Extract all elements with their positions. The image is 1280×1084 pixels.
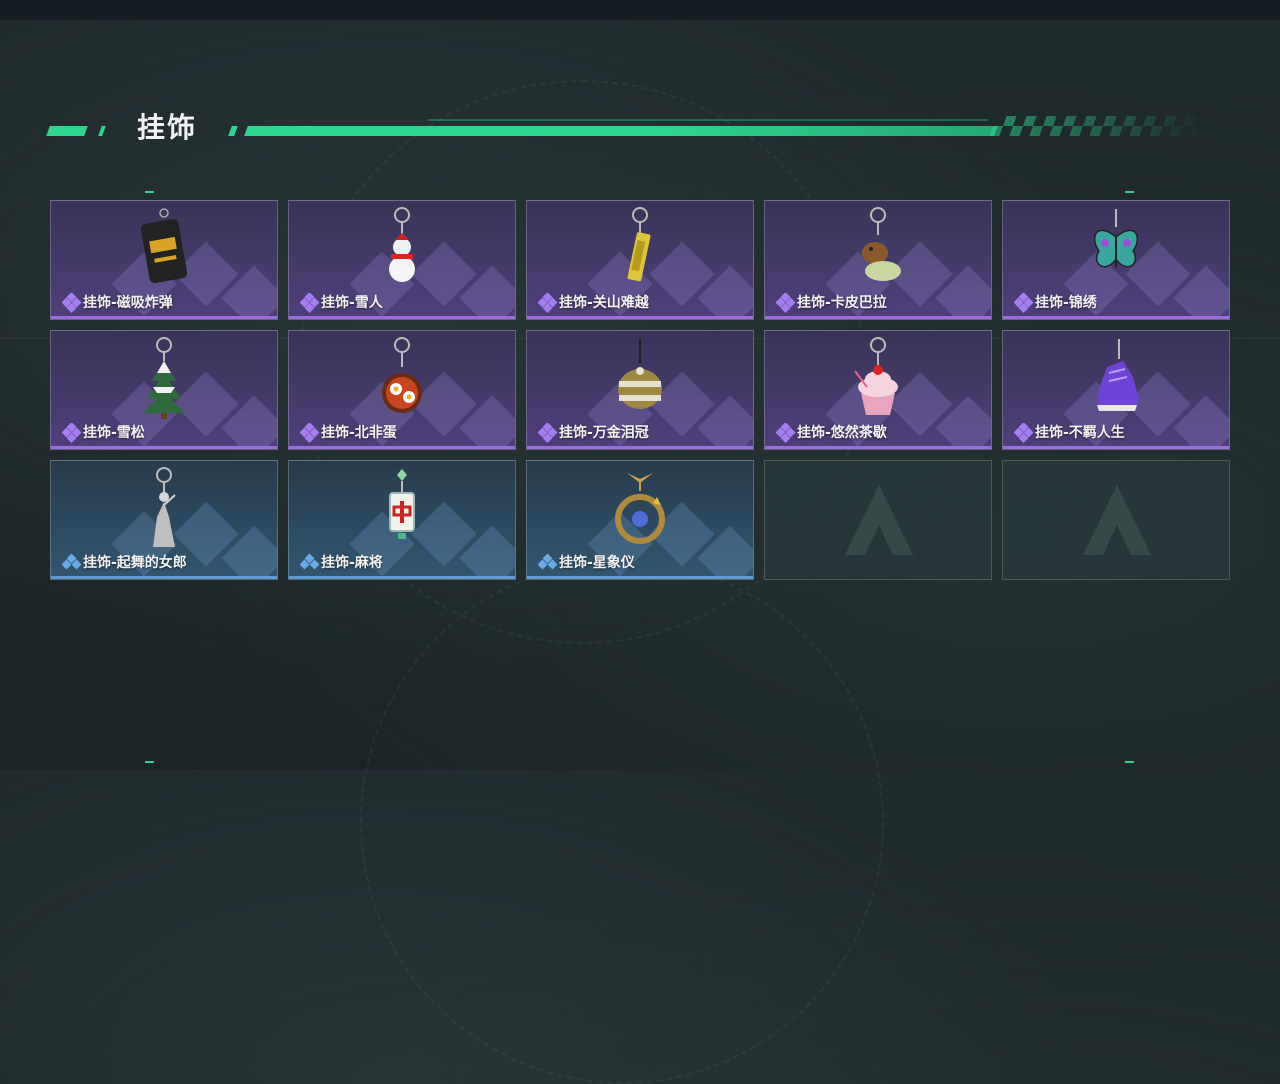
empty-slot <box>764 460 992 580</box>
section-title: 挂饰 <box>137 111 198 144</box>
rarity-epic-icon <box>775 422 796 443</box>
rarity-epic-icon <box>299 292 320 313</box>
rarity-epic-icon <box>775 292 796 313</box>
rarity-epic-icon <box>61 292 82 313</box>
empty-slot-logo-icon <box>1081 483 1153 559</box>
rarity-epic-icon <box>537 422 558 443</box>
dancer-charm-icon <box>131 467 197 549</box>
astrolabe-charm-icon <box>607 467 673 549</box>
rarity-rare-icon <box>61 553 82 573</box>
charm-name: 挂饰-北非蛋 <box>321 425 397 441</box>
charm-name: 挂饰-磁吸炸弹 <box>83 295 173 311</box>
rarity-bar <box>289 446 515 449</box>
rarity-epic-icon <box>537 292 558 313</box>
rarity-bar <box>1003 316 1229 319</box>
charm-name: 挂饰-锦绣 <box>1035 295 1097 311</box>
rarity-bar <box>765 316 991 319</box>
rarity-bar <box>527 316 753 319</box>
mahjong-charm-icon <box>369 467 435 549</box>
crown-charm-icon <box>607 337 673 419</box>
capybara-charm-icon <box>845 207 911 289</box>
rarity-epic-icon <box>1013 422 1034 443</box>
charm-name: 挂饰-万金泪冠 <box>559 425 649 441</box>
charm-card[interactable]: 挂饰-星象仪 <box>526 460 754 580</box>
rarity-epic-icon <box>61 422 82 443</box>
cupcake-charm-icon <box>845 337 911 419</box>
rarity-rare-icon <box>299 553 320 573</box>
rarity-bar <box>1003 446 1229 449</box>
rarity-bar <box>527 576 753 579</box>
top-bar <box>0 0 1280 20</box>
pine-tree-charm-icon <box>131 337 197 419</box>
butterfly-charm-icon <box>1083 207 1149 289</box>
charm-card[interactable]: 挂饰-锦绣 <box>1002 200 1230 320</box>
charm-card[interactable]: 挂饰-麻将 <box>288 460 516 580</box>
header-accent <box>98 126 106 136</box>
header-accent-bar <box>244 126 998 136</box>
charm-name: 挂饰-麻将 <box>321 555 383 571</box>
rarity-bar <box>289 316 515 319</box>
charm-card[interactable]: 挂饰-关山难越 <box>526 200 754 320</box>
charm-name: 挂饰-起舞的女郎 <box>83 555 187 571</box>
corner-tick <box>145 761 154 763</box>
charm-card[interactable]: 挂饰-万金泪冠 <box>526 330 754 450</box>
header-accent-line <box>428 119 988 121</box>
charm-card[interactable]: 挂饰-雪松 <box>50 330 278 450</box>
charm-card[interactable]: 挂饰-卡皮巴拉 <box>764 200 992 320</box>
rarity-bar <box>527 446 753 449</box>
header-accent <box>228 126 238 136</box>
charm-name: 挂饰-雪人 <box>321 295 383 311</box>
empty-slot <box>1002 460 1230 580</box>
charm-name: 挂饰-卡皮巴拉 <box>797 295 887 311</box>
corner-tick <box>1125 761 1134 763</box>
rarity-rare-icon <box>537 553 558 573</box>
charm-name: 挂饰-星象仪 <box>559 555 635 571</box>
rarity-epic-icon <box>1013 292 1034 313</box>
charm-card[interactable]: 挂饰-雪人 <box>288 200 516 320</box>
header-accent <box>46 126 88 136</box>
charm-name: 挂饰-不羁人生 <box>1035 425 1125 441</box>
charm-card[interactable]: 挂饰-不羁人生 <box>1002 330 1230 450</box>
rarity-bar <box>51 316 277 319</box>
section-header: 挂饰 <box>46 110 1208 146</box>
charm-card[interactable]: 挂饰-北非蛋 <box>288 330 516 450</box>
rarity-bar <box>289 576 515 579</box>
charm-card[interactable]: 挂饰-起舞的女郎 <box>50 460 278 580</box>
charm-card[interactable]: 挂饰-悠然茶歇 <box>764 330 992 450</box>
rarity-bar <box>765 446 991 449</box>
empty-slot-logo-icon <box>843 483 915 559</box>
background-ring <box>360 560 884 1084</box>
corner-tick <box>145 191 154 193</box>
sneaker-charm-icon <box>1083 337 1149 419</box>
rarity-bar <box>51 446 277 449</box>
charm-card[interactable]: 挂饰-磁吸炸弹 <box>50 200 278 320</box>
charm-name: 挂饰-悠然茶歇 <box>797 425 887 441</box>
charm-name: 挂饰-雪松 <box>83 425 145 441</box>
gold-bar-charm-icon <box>607 207 673 289</box>
bomb-charm-icon <box>131 207 197 289</box>
header-checker-pattern <box>989 116 1207 136</box>
charm-name: 挂饰-关山难越 <box>559 295 649 311</box>
shakshuka-charm-icon <box>369 337 435 419</box>
rarity-bar <box>51 576 277 579</box>
corner-tick <box>1125 191 1134 193</box>
rarity-epic-icon <box>299 422 320 443</box>
snowman-charm-icon <box>369 207 435 289</box>
